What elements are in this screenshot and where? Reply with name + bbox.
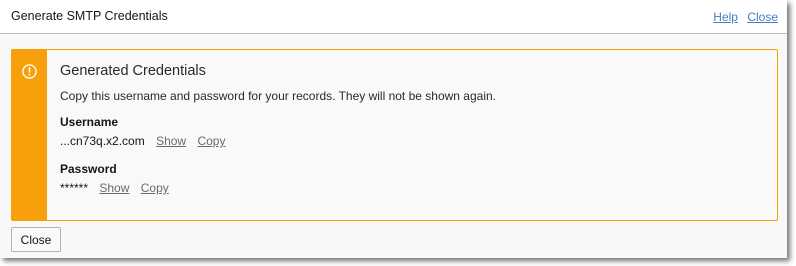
dialog-content: Generated Credentials Copy this username… — [0, 34, 787, 258]
dialog-title: Generate SMTP Credentials — [11, 9, 168, 23]
password-label: Password — [60, 162, 117, 176]
username-row: ...cn73q.x2.com Show Copy — [60, 134, 767, 148]
password-copy-link[interactable]: Copy — [141, 181, 169, 195]
username-show-link[interactable]: Show — [156, 134, 186, 148]
password-row: ****** Show Copy — [60, 181, 767, 195]
banner-accent-strip — [12, 50, 47, 220]
close-button[interactable]: Close — [11, 227, 61, 252]
dialog-header: Generate SMTP Credentials Help Close — [0, 0, 787, 34]
password-value: ****** — [60, 181, 89, 195]
username-value: ...cn73q.x2.com — [60, 134, 145, 148]
header-links: Help Close — [707, 10, 778, 24]
smtp-credentials-dialog: Generate SMTP Credentials Help Close Gen… — [0, 0, 787, 258]
help-link[interactable]: Help — [713, 10, 738, 24]
username-copy-link[interactable]: Copy — [197, 134, 225, 148]
warning-circle-icon — [22, 64, 37, 79]
banner-title: Generated Credentials — [60, 63, 206, 79]
banner-body: Generated Credentials Copy this username… — [60, 63, 767, 209]
banner-message: Copy this username and password for your… — [60, 89, 497, 103]
generated-credentials-banner: Generated Credentials Copy this username… — [11, 49, 778, 221]
password-show-link[interactable]: Show — [99, 181, 129, 195]
close-link[interactable]: Close — [747, 10, 778, 24]
username-label: Username — [60, 115, 119, 129]
